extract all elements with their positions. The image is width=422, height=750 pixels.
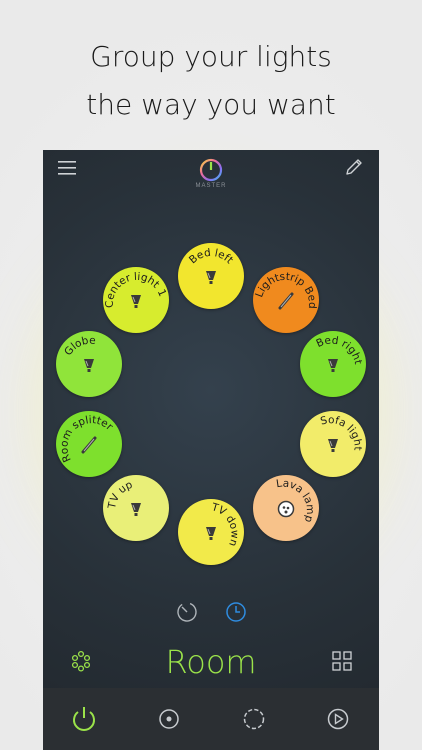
master-power-button[interactable]: MASTER [193, 156, 229, 196]
light-label: Bed left [187, 247, 235, 266]
bulb-icon [327, 438, 338, 452]
headline-line-1: Group your lights [90, 40, 332, 73]
light-bulb-button[interactable]: TV up [101, 474, 169, 541]
tab-record-icon[interactable] [154, 704, 184, 734]
bulb-icon [130, 502, 141, 516]
light-bulb-button[interactable]: Lightstrip Bed [253, 265, 325, 334]
clock-icon[interactable] [225, 601, 247, 623]
tab-power-icon[interactable] [69, 704, 99, 734]
bulb-icon [130, 295, 141, 309]
lava-lamp-icon [277, 500, 295, 517]
light-bulb-button[interactable]: TV down [178, 495, 249, 565]
headline-line-2: the way you want [86, 88, 336, 121]
tab-scene-icon[interactable] [239, 704, 269, 734]
room-title[interactable]: Room [43, 643, 379, 681]
light-bulb-button[interactable]: Room splitter [45, 400, 123, 477]
lightstrip-icon [81, 436, 97, 454]
bulb-icon [84, 359, 95, 373]
light-bulb-button[interactable]: Bed left [178, 243, 244, 309]
bulb-icon [206, 271, 216, 284]
tab-bar [43, 688, 379, 750]
timer-icon[interactable] [176, 601, 198, 623]
light-label: Room splitter [45, 400, 117, 466]
app-screen: MASTER Bed left Lightstrip Bed Bed right So… [43, 150, 379, 750]
tab-play-icon[interactable] [323, 704, 353, 734]
grid-view-icon[interactable] [332, 651, 352, 671]
power-icon [199, 158, 223, 182]
edit-pencil-icon[interactable] [345, 158, 363, 176]
light-bulb-button[interactable]: Bed right [299, 326, 370, 398]
light-bulb-button[interactable]: Lava lamp [253, 466, 328, 541]
light-bulb-button[interactable]: Sofa light [299, 403, 373, 477]
bulb-icon [327, 359, 338, 373]
lightstrip-icon [278, 292, 294, 310]
menu-icon[interactable] [58, 161, 76, 175]
light-bulb-button[interactable]: Center light 1 [97, 265, 169, 334]
light-bulb-button[interactable]: Globe [56, 330, 123, 398]
master-label: MASTER [195, 183, 227, 189]
bulb-icon [206, 527, 216, 540]
